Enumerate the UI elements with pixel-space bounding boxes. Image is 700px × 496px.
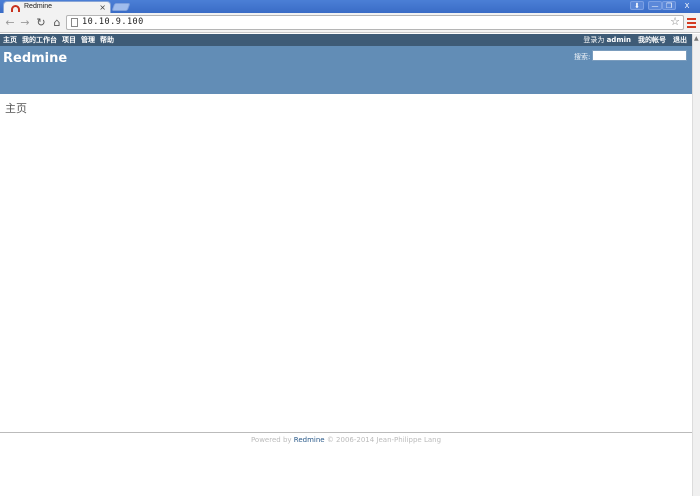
url-text[interactable]: 10.10.9.100 [82, 17, 144, 27]
address-bar[interactable]: 10.10.9.100 ☆ [66, 15, 684, 30]
top-menu-home[interactable]: 主页 [3, 35, 17, 45]
browser-toolbar: ← → ↻ ⌂ 10.10.9.100 ☆ [0, 13, 700, 33]
redmine-page: 主页 我的工作台 项目 管理 帮助 登录为 admin 我的帐号 退出 Redm… [0, 34, 692, 496]
window-close-button[interactable]: X [678, 1, 696, 10]
page-title: 主页 [5, 102, 27, 115]
main-content: 主页 [5, 100, 27, 116]
search-label: 搜索: [574, 53, 591, 61]
home-icon[interactable]: ⌂ [50, 15, 64, 30]
top-menu-left: 主页 我的工作台 项目 管理 帮助 [3, 35, 114, 45]
back-arrow-icon[interactable]: ← [3, 15, 17, 30]
window-minimize-button[interactable]: — [648, 1, 662, 10]
footer: Powered by Redmine © 2006-2014 Jean-Phil… [0, 432, 692, 452]
my-account-link[interactable]: 我的帐号 [638, 35, 666, 45]
page-icon [71, 18, 78, 27]
top-menu-help[interactable]: 帮助 [100, 35, 114, 45]
window-user-button[interactable]: ⬇ [630, 1, 644, 10]
window-restore-button[interactable]: ❐ [662, 1, 676, 10]
page-scrollbar[interactable]: ▲ [692, 34, 700, 496]
star-icon[interactable]: ☆ [670, 15, 680, 28]
scroll-up-icon[interactable]: ▲ [694, 35, 699, 42]
search-input[interactable] [592, 50, 687, 61]
logout-link[interactable]: 退出 [673, 35, 687, 45]
top-menu-my-page[interactable]: 我的工作台 [22, 35, 57, 45]
site-title: Redmine [3, 51, 68, 66]
logged-as-user[interactable]: admin [607, 36, 631, 44]
tab-close-icon[interactable]: × [99, 2, 106, 13]
footer-redmine-link[interactable]: Redmine [294, 436, 325, 444]
header: Redmine 搜索: [0, 46, 692, 94]
hamburger-menu-icon[interactable] [687, 18, 696, 28]
footer-powered-by: Powered by [250, 436, 292, 444]
tab-title: Redmine [24, 3, 53, 10]
reload-icon[interactable]: ↻ [34, 15, 48, 30]
top-menu: 主页 我的工作台 项目 管理 帮助 登录为 admin 我的帐号 退出 [0, 34, 692, 46]
browser-titlebar: Redmine × ⬇ — ❐ X [0, 0, 700, 14]
footer-copyright: © 2006-2014 Jean-Philippe Lang [326, 436, 442, 444]
forward-arrow-icon[interactable]: → [18, 15, 32, 30]
redmine-favicon-icon [11, 5, 20, 12]
top-menu-administration[interactable]: 管理 [81, 35, 95, 45]
top-menu-projects[interactable]: 项目 [62, 35, 76, 45]
new-tab-button[interactable] [111, 3, 131, 11]
logged-as-label: 登录为 [583, 36, 605, 44]
logged-as: 登录为 admin [583, 35, 631, 45]
top-menu-right: 登录为 admin 我的帐号 退出 [583, 35, 687, 45]
